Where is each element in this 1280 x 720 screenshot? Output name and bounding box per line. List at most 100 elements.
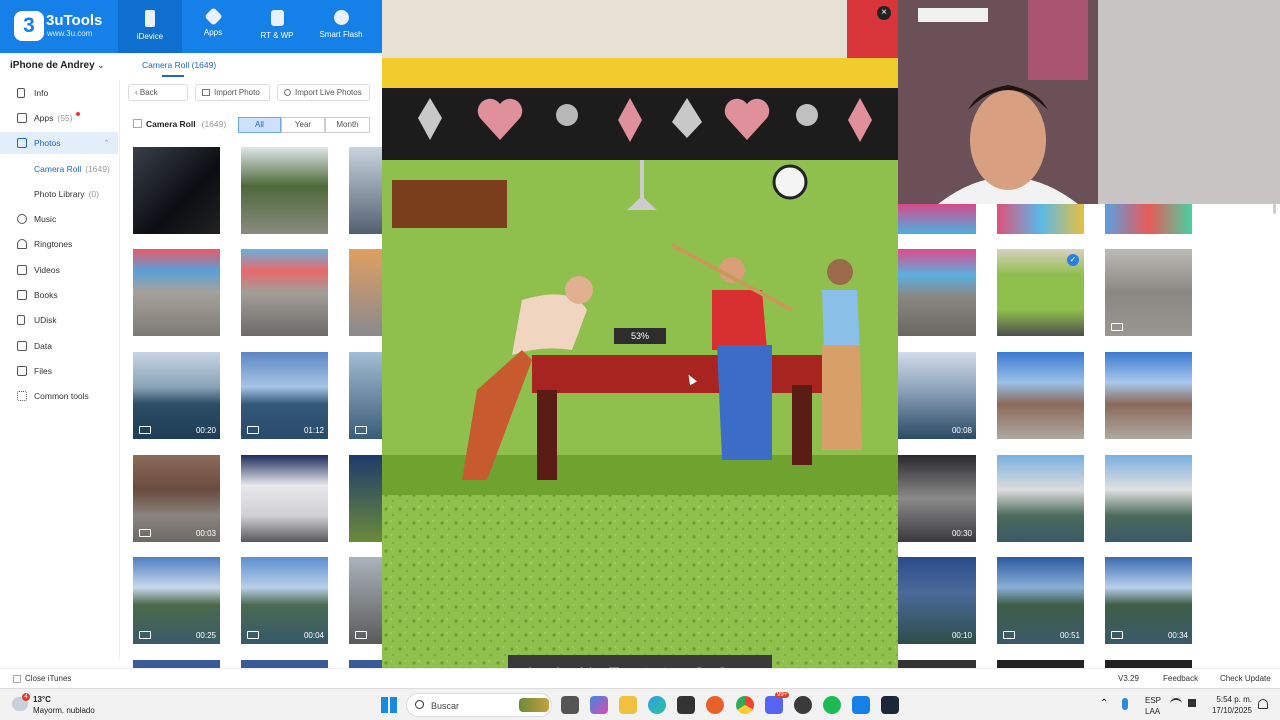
close-itunes-label[interactable]: Close iTunes [25, 674, 71, 683]
sidebar-item-videos[interactable]: Videos [0, 259, 118, 281]
photo-thumbnail[interactable] [349, 249, 382, 336]
flash-icon [333, 10, 349, 25]
clock-date[interactable]: 17/10/2025 [1210, 706, 1252, 715]
close-itunes-checkbox[interactable] [13, 675, 21, 683]
photo-thumbnail[interactable] [349, 455, 382, 542]
import-live-photos-button[interactable]: Import Live Photos [277, 84, 370, 101]
video-thumbnail[interactable]: 00:10 [898, 557, 976, 644]
wifi-icon[interactable] [1170, 698, 1182, 708]
microphone-icon[interactable] [1122, 698, 1128, 710]
back-button[interactable]: ‹ Back [128, 84, 188, 101]
photo-thumbnail[interactable] [1105, 455, 1192, 542]
import-photo-button[interactable]: Import Photo [195, 84, 270, 101]
scrollbar[interactable] [1273, 204, 1276, 214]
edge-icon[interactable] [648, 696, 666, 714]
photo-thumbnail[interactable] [1105, 204, 1192, 234]
sidebar-item-music[interactable]: Music [0, 208, 118, 230]
nav-rt-wp[interactable]: RT & WP [245, 0, 309, 53]
photo-thumbnail[interactable] [133, 147, 220, 234]
spotify-icon[interactable] [823, 696, 841, 714]
photo-thumbnail[interactable] [241, 660, 328, 668]
photo-thumbnail[interactable] [241, 147, 328, 234]
sidebar-item-ringtones[interactable]: Ringtones [0, 233, 118, 255]
photo-thumbnail[interactable] [349, 660, 382, 668]
clock-time[interactable]: 5:54 p. m. [1210, 695, 1252, 704]
video-thumbnail[interactable]: 00:51 [997, 557, 1084, 644]
task-view-icon[interactable] [561, 696, 579, 714]
sidebar-item-count: (55) [57, 113, 73, 123]
filter-all[interactable]: All [238, 117, 281, 133]
video-thumbnail[interactable]: 01:12 [241, 352, 328, 439]
sidebar-item-info[interactable]: Info [0, 82, 118, 104]
photo-thumbnail[interactable] [997, 455, 1084, 542]
sidebar-item-apps[interactable]: Apps (55) [0, 107, 118, 129]
sidebar-item-books[interactable]: Books [0, 284, 118, 306]
photo-thumbnail-selected[interactable]: ✓ [997, 249, 1084, 336]
notification-bell-icon[interactable] [1258, 699, 1268, 709]
sidebar-item-label: Photo Library [34, 189, 85, 199]
sidebar-item-data[interactable]: Data [0, 335, 118, 357]
sidebar-item-photos[interactable]: Photos ⌃ [0, 132, 118, 154]
photo-thumbnail[interactable] [349, 147, 382, 234]
weather-temp[interactable]: 13°C [33, 695, 51, 704]
chevron-up-icon[interactable]: ⌃ [1100, 698, 1108, 709]
tab-camera-roll[interactable]: Camera Roll (1649) [142, 60, 216, 70]
copilot-icon[interactable] [590, 696, 608, 714]
nav-smart-flash[interactable]: Smart Flash [309, 0, 373, 53]
video-thumbnail[interactable] [1105, 249, 1192, 336]
app-icon[interactable] [794, 696, 812, 714]
photo-thumbnail[interactable] [1105, 352, 1192, 439]
select-all-checkbox[interactable] [133, 119, 142, 128]
photo-thumbnail[interactable] [133, 660, 220, 668]
weather-desc[interactable]: Mayorm. nublado [33, 706, 95, 715]
video-thumbnail[interactable] [349, 352, 382, 439]
nav-apps[interactable]: Apps [181, 0, 245, 53]
nav-idevice[interactable]: iDevice [118, 0, 182, 53]
photo-thumbnail[interactable] [997, 352, 1084, 439]
video-thumbnail[interactable]: 00:20 [133, 352, 220, 439]
device-name[interactable]: iPhone de Andrey ⌄ [10, 60, 120, 71]
photo-thumbnail[interactable] [898, 249, 976, 336]
check-update-link[interactable]: Check Update [1220, 674, 1271, 683]
close-viewer-button[interactable]: × [877, 6, 891, 20]
firefox-icon[interactable] [706, 696, 724, 714]
lang-code[interactable]: ESP [1145, 696, 1161, 705]
3utools-taskbar-icon[interactable] [852, 696, 870, 714]
volume-icon[interactable] [1188, 699, 1196, 707]
video-thumbnail[interactable]: 00:34 [1105, 557, 1192, 644]
sidebar-item-photo-library[interactable]: Photo Library (0) [0, 183, 118, 205]
filter-year[interactable]: Year [281, 117, 325, 133]
discord-icon[interactable] [765, 696, 783, 714]
import-live-label: Import Live Photos [295, 88, 362, 97]
feedback-link[interactable]: Feedback [1163, 674, 1198, 683]
video-thumbnail[interactable]: 00:03 [133, 455, 220, 542]
photo-thumbnail[interactable] [898, 660, 976, 668]
photo-thumbnail[interactable] [241, 249, 328, 336]
lang-layout[interactable]: LAA [1145, 707, 1160, 716]
steam-icon[interactable] [881, 696, 899, 714]
video-thumbnail[interactable]: 00:25 [133, 557, 220, 644]
windows-start-icon[interactable] [381, 697, 397, 713]
taskbar-search-box[interactable]: Buscar [406, 693, 552, 717]
photo-thumbnail[interactable] [997, 660, 1084, 668]
photo-thumbnail[interactable] [997, 204, 1084, 234]
chrome-icon[interactable] [736, 696, 754, 714]
photo-thumbnail[interactable] [241, 455, 328, 542]
photo-thumbnail[interactable] [1105, 660, 1192, 668]
sidebar-item-label: Photos [34, 138, 61, 148]
photo-thumbnail[interactable] [133, 249, 220, 336]
video-thumbnail[interactable]: 00:04 [241, 557, 328, 644]
video-thumbnail[interactable] [349, 557, 382, 644]
store-icon[interactable] [677, 696, 695, 714]
photo-viewer[interactable] [382, 0, 898, 688]
music-file-icon [270, 10, 284, 26]
photo-thumbnail[interactable] [898, 204, 976, 234]
filter-month[interactable]: Month [325, 117, 370, 133]
sidebar-item-common-tools[interactable]: Common tools [0, 385, 118, 407]
sidebar-item-camera-roll[interactable]: Camera Roll (1649) [0, 158, 118, 180]
video-thumbnail[interactable]: 00:30 [898, 455, 976, 542]
sidebar-item-files[interactable]: Files [0, 360, 118, 382]
file-explorer-icon[interactable] [619, 696, 637, 714]
sidebar-item-udisk[interactable]: UDisk [0, 309, 118, 331]
video-thumbnail[interactable]: 00:08 [898, 352, 976, 439]
